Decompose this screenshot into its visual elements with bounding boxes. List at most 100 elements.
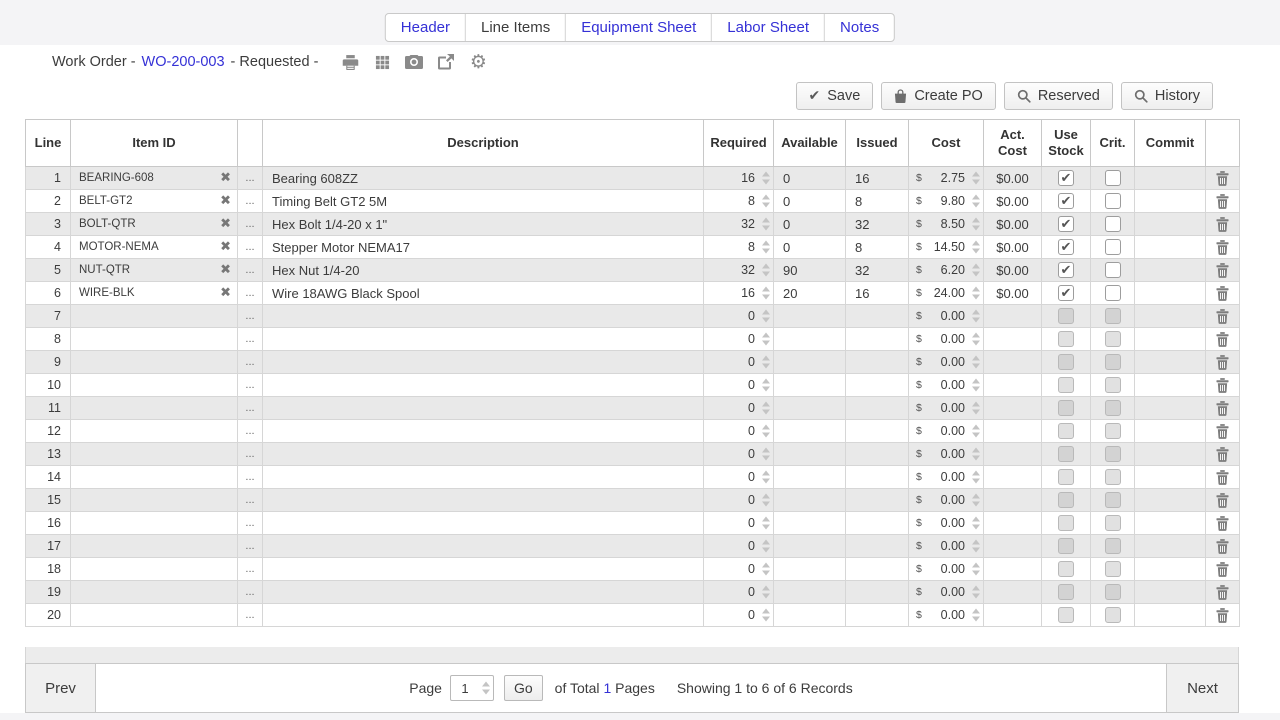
required-input[interactable]: 0 (704, 489, 774, 512)
crit-checkbox[interactable] (1105, 239, 1121, 255)
description-cell[interactable] (263, 558, 704, 581)
required-input[interactable]: 0 (704, 420, 774, 443)
item-lookup-button[interactable]: ... (238, 535, 263, 558)
item-lookup-button[interactable]: ... (238, 351, 263, 374)
item-lookup-button[interactable]: ... (238, 259, 263, 282)
description-cell[interactable] (263, 420, 704, 443)
spinner-arrows[interactable] (972, 425, 980, 438)
cost-input[interactable]: $0.00 (909, 397, 984, 420)
history-button[interactable]: History (1121, 82, 1213, 110)
cost-input[interactable]: $9.80 (909, 190, 984, 213)
delete-row-button[interactable] (1206, 328, 1240, 351)
delete-row-button[interactable] (1206, 167, 1240, 190)
delete-row-button[interactable] (1206, 581, 1240, 604)
spinner-arrows[interactable] (972, 448, 980, 461)
spinner-arrows[interactable] (972, 172, 980, 185)
item-id-input[interactable] (71, 604, 238, 627)
delete-row-button[interactable] (1206, 259, 1240, 282)
printer-icon[interactable] (340, 52, 360, 72)
tab-line-items[interactable]: Line Items (466, 14, 566, 41)
item-lookup-button[interactable]: ... (238, 489, 263, 512)
item-id-input[interactable] (71, 512, 238, 535)
item-id-input[interactable]: BEARING-608✖ (71, 167, 238, 190)
required-input[interactable]: 0 (704, 604, 774, 627)
cost-input[interactable]: $8.50 (909, 213, 984, 236)
grid-icon[interactable] (372, 52, 392, 72)
required-input[interactable]: 0 (704, 305, 774, 328)
description-cell[interactable] (263, 374, 704, 397)
clear-item-icon[interactable]: ✖ (220, 286, 231, 301)
spinner-arrows[interactable] (762, 287, 770, 300)
tab-notes[interactable]: Notes (825, 14, 894, 41)
delete-row-button[interactable] (1206, 604, 1240, 627)
spinner-arrows[interactable] (972, 379, 980, 392)
item-id-input[interactable] (71, 328, 238, 351)
description-cell[interactable] (263, 466, 704, 489)
spinner-arrows[interactable] (762, 517, 770, 530)
cost-input[interactable]: $0.00 (909, 351, 984, 374)
spinner-arrows[interactable] (762, 563, 770, 576)
use-stock-checkbox[interactable]: ✔ (1058, 193, 1074, 209)
tab-equipment-sheet[interactable]: Equipment Sheet (566, 14, 712, 41)
page-number-input[interactable]: 1 (450, 675, 494, 701)
description-cell[interactable] (263, 305, 704, 328)
delete-row-button[interactable] (1206, 351, 1240, 374)
cost-input[interactable]: $0.00 (909, 328, 984, 351)
item-lookup-button[interactable]: ... (238, 374, 263, 397)
required-input[interactable]: 8 (704, 190, 774, 213)
cost-input[interactable]: $0.00 (909, 305, 984, 328)
required-input[interactable]: 0 (704, 535, 774, 558)
spinner-arrows[interactable] (972, 471, 980, 484)
required-input[interactable]: 32 (704, 259, 774, 282)
spinner-arrows[interactable] (762, 379, 770, 392)
crit-checkbox[interactable] (1105, 193, 1121, 209)
use-stock-checkbox[interactable]: ✔ (1058, 285, 1074, 301)
delete-row-button[interactable] (1206, 190, 1240, 213)
delete-row-button[interactable] (1206, 282, 1240, 305)
required-input[interactable]: 0 (704, 351, 774, 374)
item-lookup-button[interactable]: ... (238, 443, 263, 466)
cost-input[interactable]: $2.75 (909, 167, 984, 190)
go-button[interactable]: Go (504, 675, 543, 701)
spinner-arrows[interactable] (762, 241, 770, 254)
spinner-arrows[interactable] (972, 264, 980, 277)
cost-input[interactable]: $0.00 (909, 512, 984, 535)
item-id-input[interactable] (71, 420, 238, 443)
item-lookup-button[interactable]: ... (238, 420, 263, 443)
delete-row-button[interactable] (1206, 305, 1240, 328)
next-page-button[interactable]: Next (1166, 664, 1238, 712)
reserved-button[interactable]: Reserved (1004, 82, 1113, 110)
item-lookup-button[interactable]: ... (238, 604, 263, 627)
required-input[interactable]: 0 (704, 328, 774, 351)
page-spinner-arrows[interactable] (482, 682, 490, 695)
delete-row-button[interactable] (1206, 397, 1240, 420)
tab-labor-sheet[interactable]: Labor Sheet (712, 14, 825, 41)
item-id-input[interactable] (71, 558, 238, 581)
item-lookup-button[interactable]: ... (238, 305, 263, 328)
work-order-number-link[interactable]: WO-200-003 (142, 54, 225, 70)
spinner-arrows[interactable] (762, 540, 770, 553)
item-id-input[interactable] (71, 397, 238, 420)
item-lookup-button[interactable]: ... (238, 328, 263, 351)
item-id-input[interactable]: NUT-QTR✖ (71, 259, 238, 282)
clear-item-icon[interactable]: ✖ (220, 263, 231, 278)
spinner-arrows[interactable] (972, 517, 980, 530)
item-id-input[interactable] (71, 489, 238, 512)
required-input[interactable]: 32 (704, 213, 774, 236)
delete-row-button[interactable] (1206, 374, 1240, 397)
description-cell[interactable]: Stepper Motor NEMA17 (263, 236, 704, 259)
export-icon[interactable] (436, 52, 456, 72)
description-cell[interactable] (263, 489, 704, 512)
cost-input[interactable]: $0.00 (909, 489, 984, 512)
delete-row-button[interactable] (1206, 420, 1240, 443)
item-lookup-button[interactable]: ... (238, 512, 263, 535)
spinner-arrows[interactable] (762, 264, 770, 277)
item-lookup-button[interactable]: ... (238, 397, 263, 420)
required-input[interactable]: 0 (704, 443, 774, 466)
spinner-arrows[interactable] (972, 609, 980, 622)
cost-input[interactable]: $24.00 (909, 282, 984, 305)
item-lookup-button[interactable]: ... (238, 581, 263, 604)
spinner-arrows[interactable] (762, 310, 770, 323)
cost-input[interactable]: $0.00 (909, 581, 984, 604)
item-id-input[interactable] (71, 374, 238, 397)
